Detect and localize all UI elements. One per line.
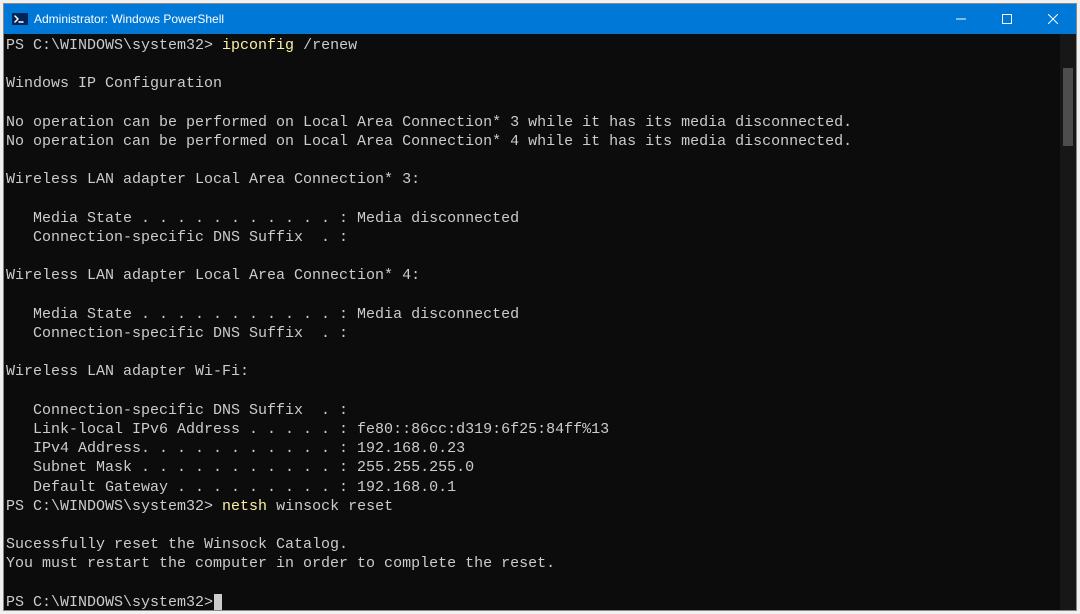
output-line: Sucessfully reset the Winsock Catalog.: [6, 535, 1058, 554]
command-arg: /renew: [303, 37, 357, 54]
prompt: PS C:\WINDOWS\system32>: [6, 594, 213, 610]
output-line: No operation can be performed on Local A…: [6, 113, 1058, 132]
powershell-icon: [12, 11, 28, 27]
close-button[interactable]: [1030, 4, 1076, 34]
command-token: ipconfig: [222, 37, 303, 54]
powershell-window: Administrator: Windows PowerShell PS C:\…: [3, 3, 1077, 611]
output-line: Wireless LAN adapter Local Area Connecti…: [6, 266, 1058, 285]
output-line: Link-local IPv6 Address . . . . . : fe80…: [6, 420, 1058, 439]
maximize-button[interactable]: [984, 4, 1030, 34]
prompt: PS C:\WINDOWS\system32>: [6, 498, 222, 515]
window-controls: [938, 4, 1076, 34]
output-line: IPv4 Address. . . . . . . . . . . : 192.…: [6, 439, 1058, 458]
output-line: Subnet Mask . . . . . . . . . . . : 255.…: [6, 458, 1058, 477]
terminal-client-area: PS C:\WINDOWS\system32> ipconfig /renew …: [4, 34, 1076, 610]
output-line: Media State . . . . . . . . . . . : Medi…: [6, 209, 1058, 228]
terminal[interactable]: PS C:\WINDOWS\system32> ipconfig /renew …: [4, 34, 1060, 610]
minimize-button[interactable]: [938, 4, 984, 34]
output-line: Media State . . . . . . . . . . . : Medi…: [6, 305, 1058, 324]
output-line: Windows IP Configuration: [6, 74, 1058, 93]
output-line: No operation can be performed on Local A…: [6, 132, 1058, 151]
output-line: Connection-specific DNS Suffix . :: [6, 324, 1058, 343]
prompt: PS C:\WINDOWS\system32>: [6, 37, 222, 54]
output-line: Default Gateway . . . . . . . . . : 192.…: [6, 478, 1058, 497]
command-token: netsh: [222, 498, 276, 515]
output-line: Wireless LAN adapter Local Area Connecti…: [6, 170, 1058, 189]
output-line: Connection-specific DNS Suffix . :: [6, 401, 1058, 420]
titlebar[interactable]: Administrator: Windows PowerShell: [4, 4, 1076, 34]
command-arg: winsock reset: [276, 498, 393, 515]
cursor: [214, 594, 222, 610]
scrollbar-thumb[interactable]: [1063, 68, 1073, 146]
scrollbar[interactable]: [1060, 34, 1076, 610]
output-line: You must restart the computer in order t…: [6, 554, 1058, 573]
window-title: Administrator: Windows PowerShell: [34, 12, 938, 26]
output-line: Wireless LAN adapter Wi-Fi:: [6, 362, 1058, 381]
output-line: Connection-specific DNS Suffix . :: [6, 228, 1058, 247]
